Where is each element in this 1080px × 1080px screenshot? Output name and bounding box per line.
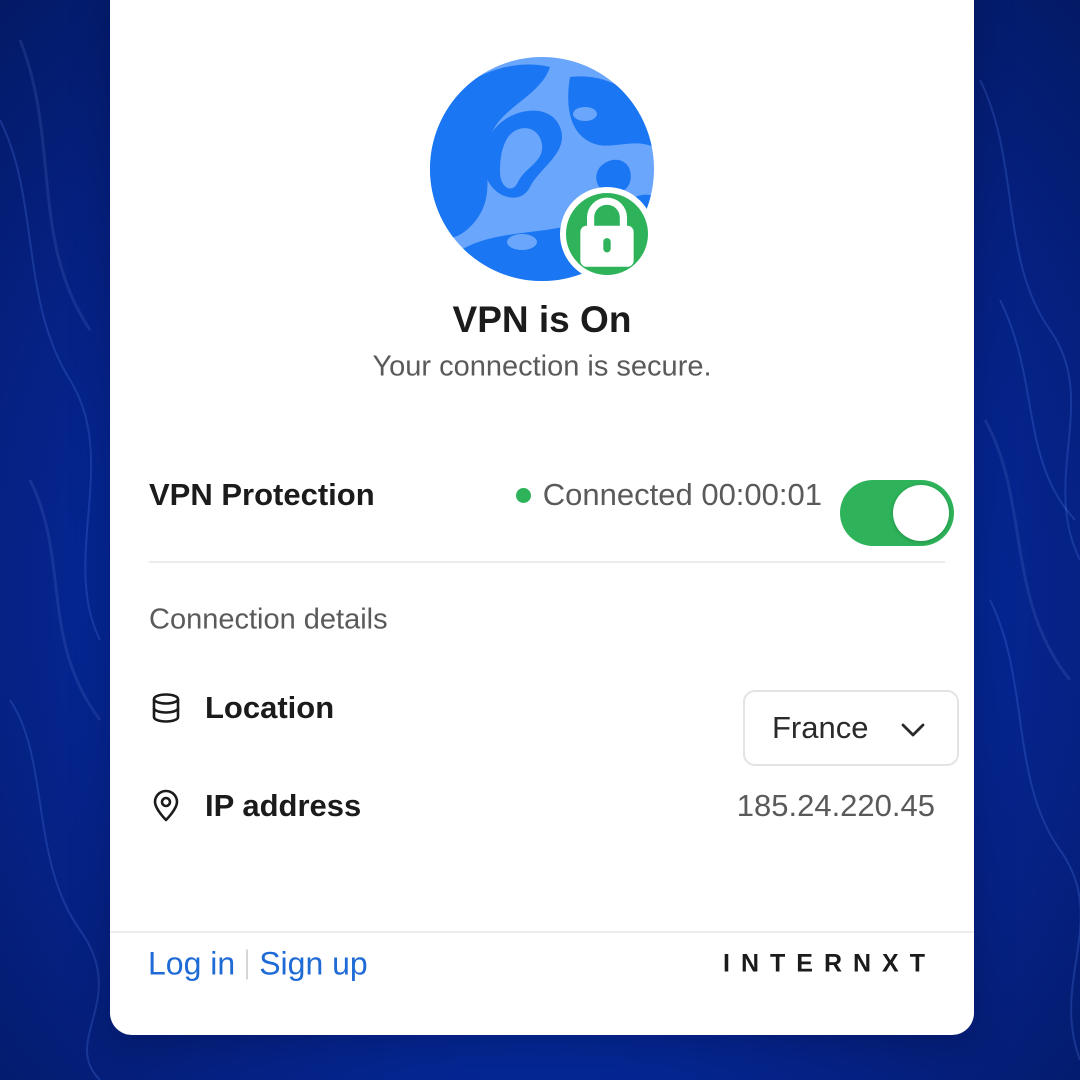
vpn-toggle[interactable] bbox=[840, 480, 954, 546]
connection-details-title: Connection details bbox=[149, 603, 388, 636]
signup-link[interactable]: Sign up bbox=[259, 946, 368, 983]
login-link[interactable]: Log in bbox=[148, 946, 235, 983]
footer-divider bbox=[110, 931, 974, 933]
status-dot bbox=[515, 487, 531, 503]
status-title: VPN is On bbox=[452, 299, 632, 340]
ip-address-label: IP address bbox=[205, 788, 362, 823]
toggle-knob bbox=[893, 485, 949, 541]
lock-badge bbox=[560, 187, 654, 281]
connection-status-text: Connected 00:00:01 bbox=[542, 477, 822, 512]
location-value: France bbox=[772, 710, 869, 745]
link-separator bbox=[246, 949, 249, 979]
auth-links: Log in Sign up bbox=[148, 946, 368, 983]
database-icon bbox=[152, 693, 180, 723]
ip-address-value: 185.24.220.45 bbox=[736, 788, 935, 823]
chevron-down-icon bbox=[901, 723, 925, 737]
globe-status bbox=[430, 57, 654, 281]
location-label: Location bbox=[205, 690, 335, 725]
location-dropdown[interactable]: France bbox=[743, 690, 959, 766]
connection-status: Connected 00:00:01 bbox=[515, 477, 822, 513]
status-subtitle: Your connection is secure. bbox=[372, 350, 712, 383]
map-pin-icon bbox=[153, 789, 179, 822]
divider bbox=[149, 561, 945, 563]
vpn-protection-label: VPN Protection bbox=[149, 477, 375, 512]
vpn-panel: VPN is On Your connection is secure. VPN… bbox=[110, 0, 974, 1035]
brand-logo: INTERNXT bbox=[723, 949, 936, 978]
